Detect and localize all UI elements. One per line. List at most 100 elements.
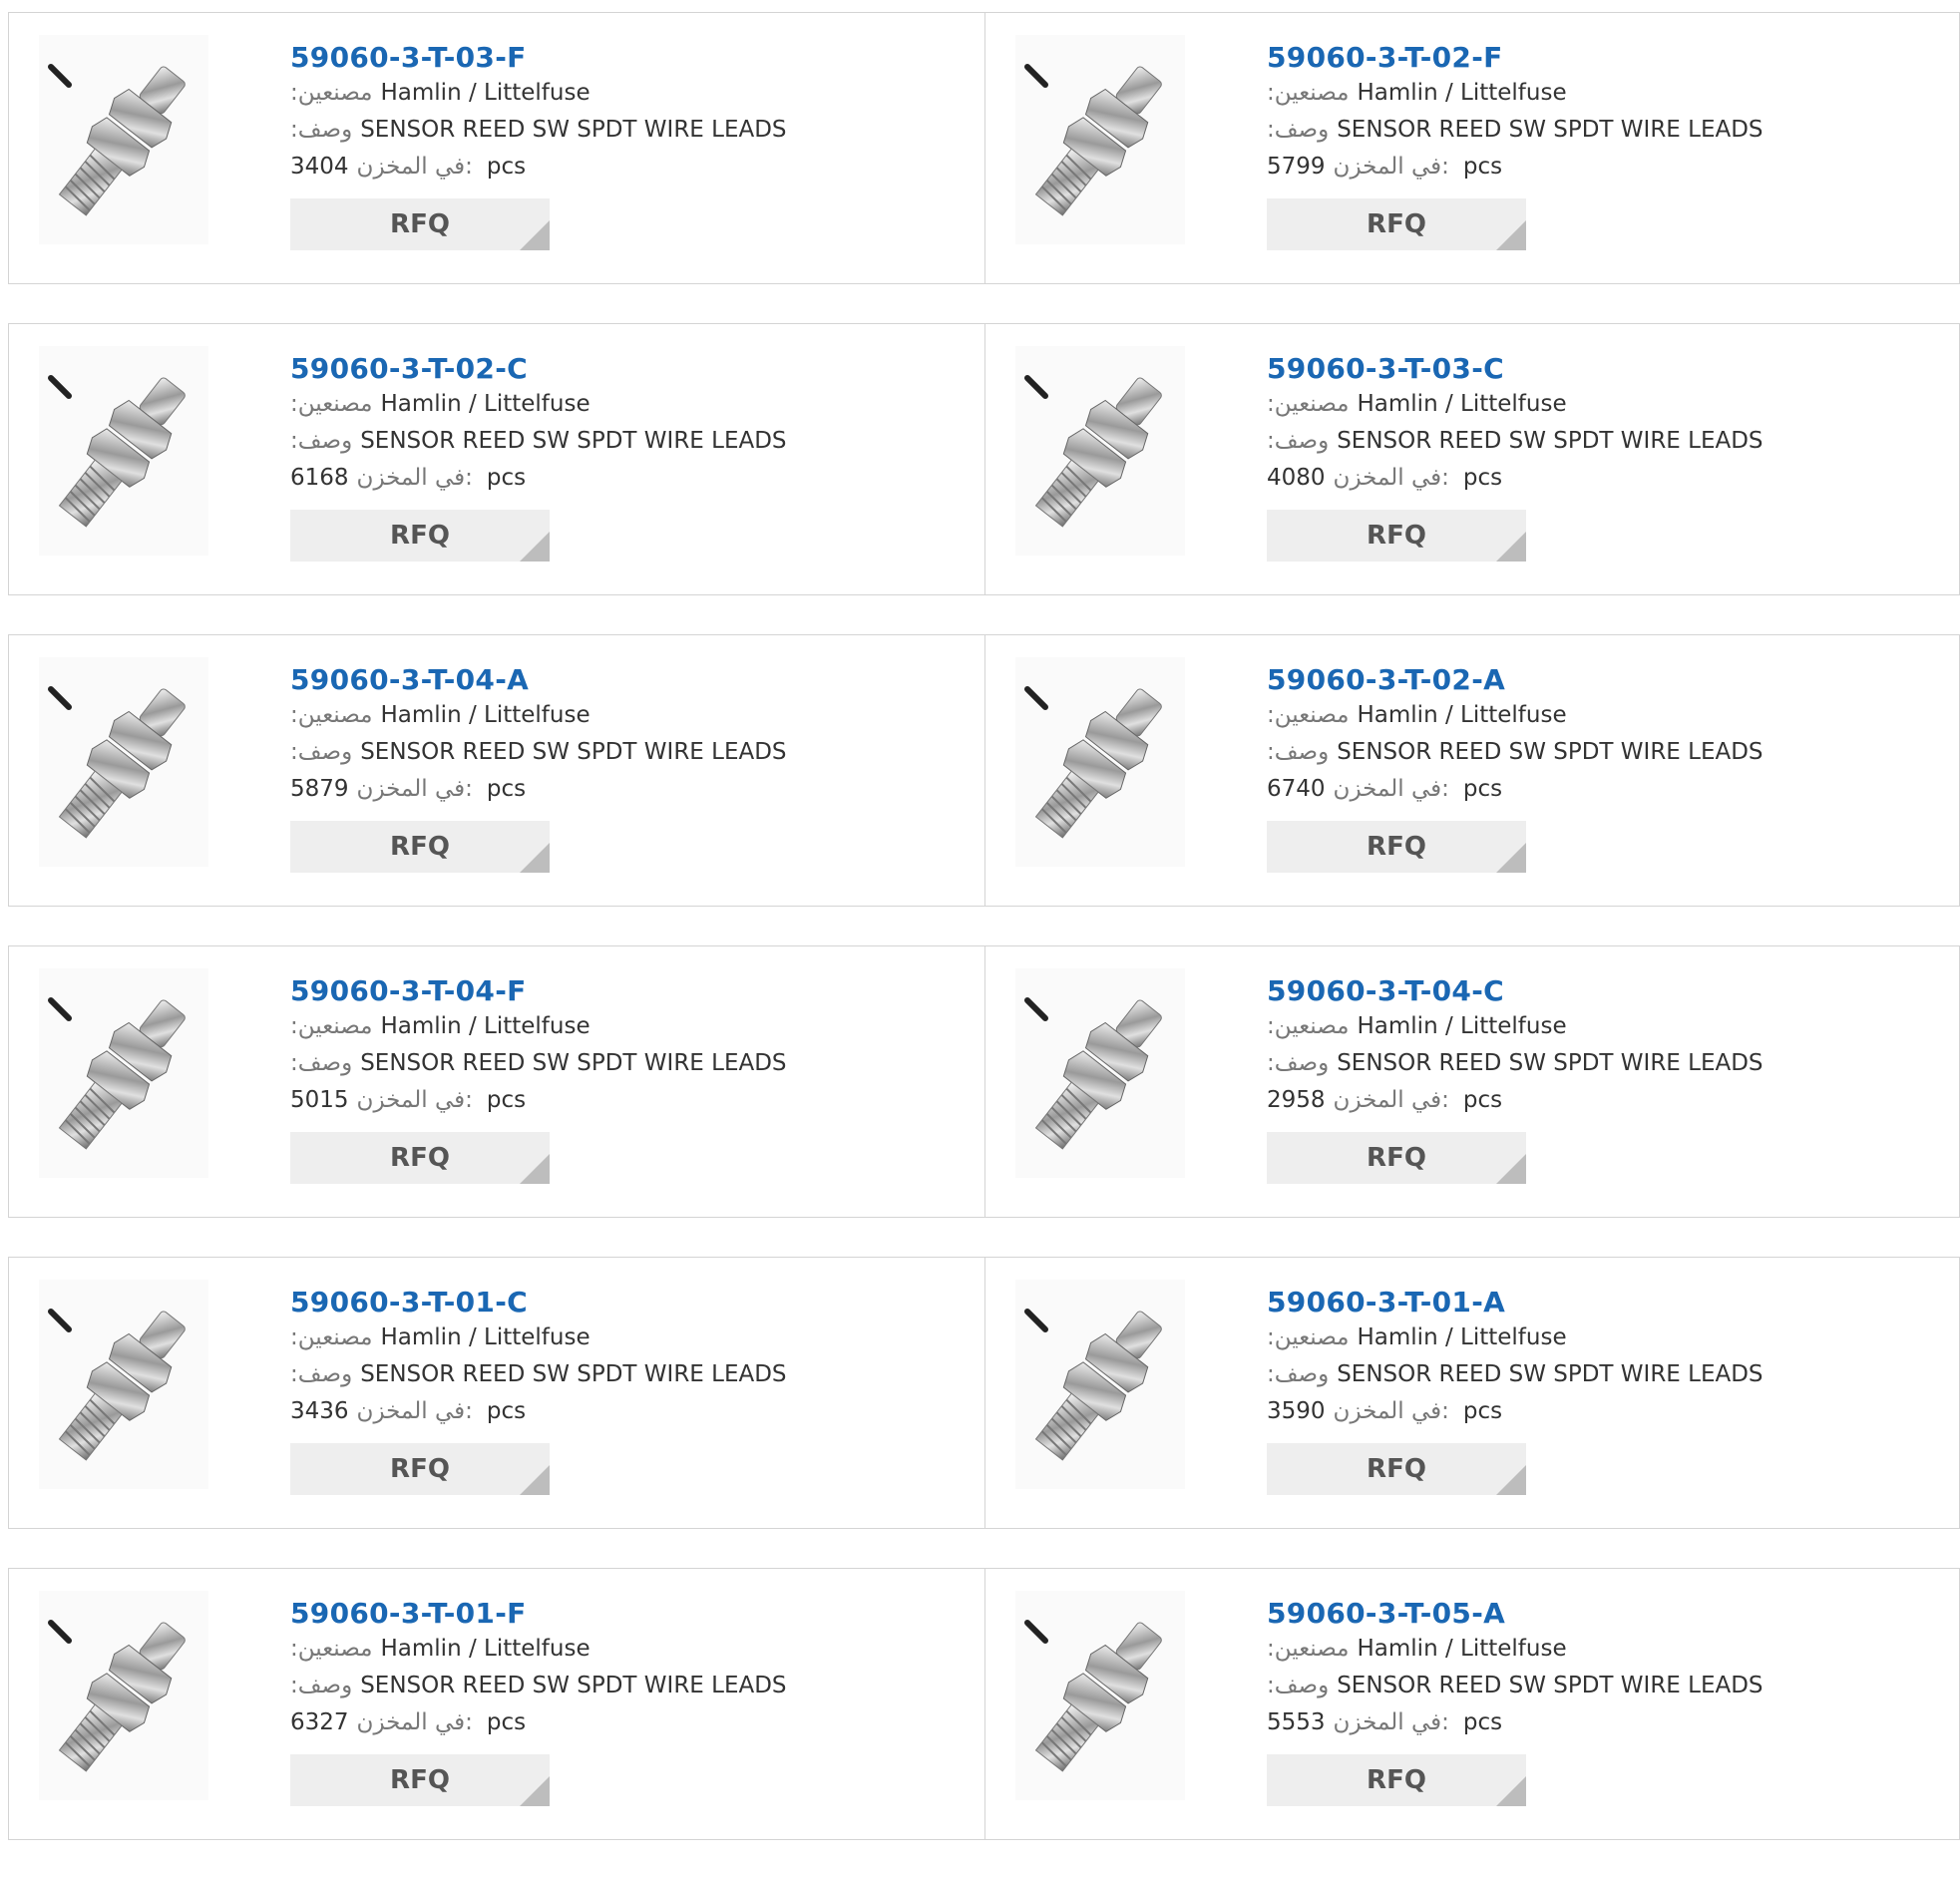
part-number-link[interactable]: 59060-3-T-01-C: [290, 1286, 787, 1319]
rfq-button[interactable]: RFQ: [290, 510, 550, 562]
description-label: :وصف: [1267, 739, 1330, 765]
corner-triangle-icon: [520, 220, 550, 250]
part-number-link[interactable]: 59060-3-T-03-C: [1267, 352, 1764, 386]
product-image[interactable]: [1015, 1591, 1185, 1800]
reed-sensor-icon: [48, 1309, 186, 1461]
rfq-button[interactable]: RFQ: [290, 198, 550, 250]
reed-sensor-icon: [48, 997, 186, 1150]
manufacturer-label: :مصنعين: [1267, 1013, 1350, 1039]
product-image[interactable]: [1015, 346, 1185, 556]
manufacturer-label: :مصنعين: [1267, 1636, 1350, 1662]
manufacturer-value: Hamlin / Littelfuse: [1357, 702, 1567, 728]
description-label: :وصف: [290, 1673, 353, 1698]
corner-triangle-icon: [520, 1776, 550, 1806]
rfq-label: RFQ: [390, 1765, 450, 1795]
description-label: :وصف: [1267, 1050, 1330, 1076]
manufacturer-label: :مصنعين: [290, 1636, 373, 1662]
description-label: :وصف: [290, 739, 353, 765]
rfq-label: RFQ: [1367, 521, 1426, 551]
stock-row: 4080 في المخزن: pcs: [1267, 460, 1764, 497]
corner-triangle-icon: [1496, 1154, 1526, 1184]
rfq-button[interactable]: RFQ: [290, 1754, 550, 1806]
stock-label: في المخزن:: [1333, 1398, 1449, 1424]
product-card: 59060-3-T-02-C :مصنعين Hamlin / Littelfus…: [9, 324, 984, 594]
stock-unit: pcs: [1462, 1398, 1503, 1424]
reed-sensor-icon: [48, 64, 186, 216]
part-number-link[interactable]: 59060-3-T-03-F: [290, 41, 787, 75]
product-image[interactable]: [1015, 657, 1185, 867]
manufacturer-value: Hamlin / Littelfuse: [380, 1636, 590, 1662]
product-image[interactable]: [39, 657, 208, 867]
stock-label: في المخزن:: [1333, 154, 1449, 180]
stock-value: 5015: [290, 1087, 349, 1113]
manufacturer-row: :مصنعين Hamlin / Littelfuse: [290, 1008, 787, 1045]
manufacturer-row: :مصنعين Hamlin / Littelfuse: [290, 75, 787, 112]
rfq-button[interactable]: RFQ: [1267, 1443, 1526, 1495]
part-number-link[interactable]: 59060-3-T-02-A: [1267, 663, 1764, 697]
stock-label: في المخزن:: [356, 1709, 473, 1735]
part-number-link[interactable]: 59060-3-T-02-C: [290, 352, 787, 386]
description-value: SENSOR REED SW SPDT WIRE LEADS: [360, 117, 787, 143]
rfq-button[interactable]: RFQ: [290, 1443, 550, 1495]
stock-row: 5879 في المخزن: pcs: [290, 771, 787, 808]
manufacturer-label: :مصنعين: [1267, 702, 1350, 728]
manufacturer-row: :مصنعين Hamlin / Littelfuse: [290, 697, 787, 734]
stock-unit: pcs: [1462, 776, 1503, 802]
stock-label: في المخزن:: [356, 1087, 473, 1113]
part-number-link[interactable]: 59060-3-T-05-A: [1267, 1597, 1764, 1631]
stock-value: 5553: [1267, 1709, 1326, 1735]
part-number-link[interactable]: 59060-3-T-04-C: [1267, 974, 1764, 1008]
product-card: 59060-3-T-04-C :مصنعين Hamlin / Littelfus…: [984, 946, 1959, 1217]
manufacturer-label: :مصنعين: [290, 391, 373, 417]
rfq-button[interactable]: RFQ: [290, 1132, 550, 1184]
rfq-button[interactable]: RFQ: [1267, 1754, 1526, 1806]
stock-row: 3404 في المخزن: pcs: [290, 149, 787, 186]
product-image[interactable]: [39, 1591, 208, 1800]
part-number-link[interactable]: 59060-3-T-01-A: [1267, 1286, 1764, 1319]
manufacturer-label: :مصنعين: [290, 702, 373, 728]
stock-label: في المخزن:: [1333, 776, 1449, 802]
manufacturer-value: Hamlin / Littelfuse: [380, 702, 590, 728]
description-row: :وصف SENSOR REED SW SPDT WIRE LEADS: [290, 1045, 787, 1082]
stock-unit: pcs: [486, 465, 527, 491]
manufacturer-label: :مصنعين: [1267, 80, 1350, 106]
rfq-button[interactable]: RFQ: [1267, 821, 1526, 873]
stock-value: 2958: [1267, 1087, 1326, 1113]
product-image[interactable]: [1015, 35, 1185, 244]
product-card: 59060-3-T-01-A :مصنعين Hamlin / Littelfus…: [984, 1258, 1959, 1528]
product-card: 59060-3-T-04-F :مصنعين Hamlin / Littelfus…: [9, 946, 984, 1217]
part-number-link[interactable]: 59060-3-T-04-F: [290, 974, 787, 1008]
part-number-link[interactable]: 59060-3-T-01-F: [290, 1597, 787, 1631]
description-label: :وصف: [290, 1050, 353, 1076]
rfq-label: RFQ: [1367, 1143, 1426, 1173]
stock-value: 5879: [290, 776, 349, 802]
description-value: SENSOR REED SW SPDT WIRE LEADS: [1337, 1050, 1764, 1076]
part-number-link[interactable]: 59060-3-T-02-F: [1267, 41, 1764, 75]
description-value: SENSOR REED SW SPDT WIRE LEADS: [1337, 1361, 1764, 1387]
manufacturer-value: Hamlin / Littelfuse: [380, 391, 590, 417]
stock-row: 5015 في المخزن: pcs: [290, 1082, 787, 1119]
product-image[interactable]: [39, 346, 208, 556]
rfq-button[interactable]: RFQ: [1267, 510, 1526, 562]
reed-sensor-icon: [1024, 375, 1162, 528]
stock-unit: pcs: [1462, 1709, 1503, 1735]
product-image[interactable]: [1015, 968, 1185, 1178]
rfq-label: RFQ: [390, 521, 450, 551]
rfq-button[interactable]: RFQ: [290, 821, 550, 873]
part-number-link[interactable]: 59060-3-T-04-A: [290, 663, 787, 697]
corner-triangle-icon: [520, 532, 550, 562]
product-image[interactable]: [1015, 1280, 1185, 1489]
product-image[interactable]: [39, 968, 208, 1178]
description-label: :وصف: [1267, 1673, 1330, 1698]
manufacturer-label: :مصنعين: [1267, 1324, 1350, 1350]
rfq-button[interactable]: RFQ: [1267, 198, 1526, 250]
corner-triangle-icon: [520, 1154, 550, 1184]
product-image[interactable]: [39, 1280, 208, 1489]
rfq-button[interactable]: RFQ: [1267, 1132, 1526, 1184]
description-value: SENSOR REED SW SPDT WIRE LEADS: [1337, 1673, 1764, 1698]
stock-unit: pcs: [486, 1087, 527, 1113]
description-value: SENSOR REED SW SPDT WIRE LEADS: [360, 1673, 787, 1698]
reed-sensor-icon: [1024, 1620, 1162, 1772]
manufacturer-value: Hamlin / Littelfuse: [380, 1324, 590, 1350]
product-image[interactable]: [39, 35, 208, 244]
